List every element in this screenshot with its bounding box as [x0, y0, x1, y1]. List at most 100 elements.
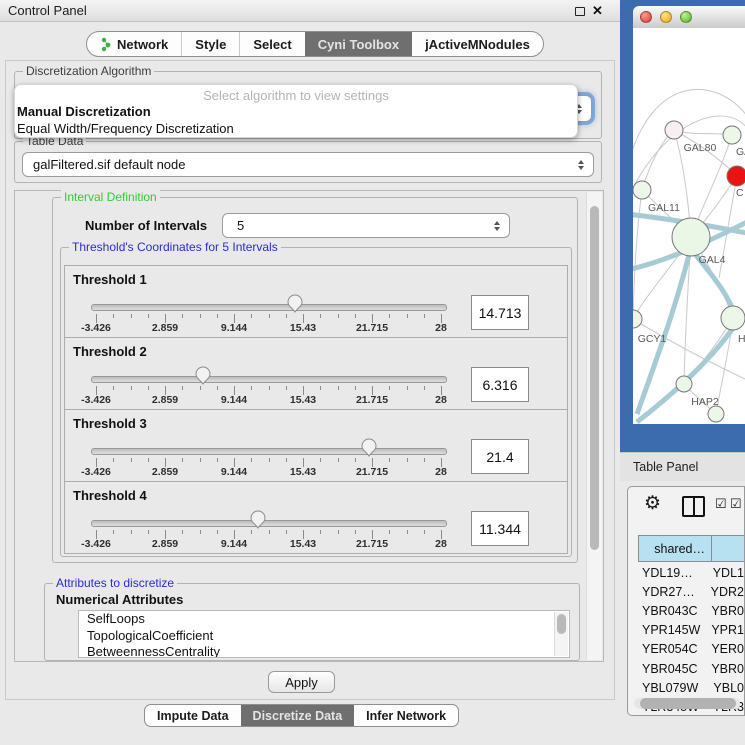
number-of-intervals-combo[interactable]: 5 [222, 213, 510, 238]
slider-track[interactable] [91, 520, 447, 527]
slider-minor-tick [217, 458, 218, 462]
tab-label: Network [117, 37, 168, 52]
table-panel: ⚙ ☑ ☑ shared… na YDL19…YDL1YDR27…YDR2YBR… [627, 486, 745, 716]
cell-name: YDR2 [706, 585, 744, 599]
network-node-node-bottom[interactable] [708, 406, 724, 422]
network-graph[interactable]: GAL80GACGAL11GAL4GCY1HHAP2 [633, 28, 745, 424]
network-node-GCY1[interactable] [633, 310, 642, 328]
close-icon[interactable]: ✕ [592, 3, 603, 19]
slider-minor-tick [217, 386, 218, 390]
list-scrollbar-thumb[interactable] [557, 614, 566, 634]
network-node-node-top-right[interactable] [723, 126, 741, 144]
network-window-titlebar[interactable] [633, 6, 745, 29]
column-header-shared-name[interactable]: shared… [638, 535, 712, 562]
columns-icon[interactable] [682, 496, 705, 517]
slider-thumb[interactable] [361, 438, 377, 457]
threshold-value-field[interactable]: 11.344 [471, 511, 529, 546]
table-row[interactable]: YDL19…YDL1 [629, 563, 744, 582]
network-node-GAL80[interactable] [665, 121, 683, 139]
cell-shared-name: YPR145W [629, 623, 706, 637]
attribute-list-item[interactable]: BetweennessCentrality [79, 644, 569, 658]
slider-minor-tick [251, 314, 252, 318]
slider-tick-label: 9.144 [206, 394, 262, 406]
control-panel-title: Control Panel [8, 3, 87, 18]
zoom-traffic-light-icon[interactable] [680, 11, 692, 23]
float-window-icon[interactable] [575, 7, 585, 16]
list-scrollbar[interactable] [554, 612, 568, 656]
numerical-attributes-list[interactable]: SelfLoopsTopologicalCoefficientBetweenne… [78, 610, 570, 658]
network-node-HAP2[interactable] [676, 376, 692, 392]
table-data-combo[interactable]: galFiltered.sif default node [22, 152, 594, 177]
cell-name: YPR1 [706, 623, 744, 637]
tab-impute-data[interactable]: Impute Data [145, 705, 241, 726]
network-node-GAL4[interactable] [672, 218, 710, 256]
table-row[interactable]: YPR145WYPR1 [629, 621, 744, 640]
threshold-value-field[interactable]: 14.713 [471, 295, 529, 330]
threshold-label: Threshold 2 [73, 344, 147, 359]
slider-minor-tick [182, 314, 183, 318]
network-node-red-node[interactable] [727, 166, 745, 186]
threshold-label: Threshold 4 [73, 488, 147, 503]
attribute-list-item[interactable]: TopologicalCoefficient [79, 628, 569, 645]
slider-minor-tick [389, 386, 390, 390]
minimize-traffic-light-icon[interactable] [660, 11, 672, 23]
tab-discretize-data[interactable]: Discretize Data [241, 705, 355, 726]
slider-thumb[interactable] [195, 366, 211, 385]
tab-cyni-toolbox[interactable]: Cyni Toolbox [305, 32, 412, 56]
table-row[interactable]: YER054CYER0 [629, 640, 744, 659]
slider-minor-tick [424, 386, 425, 390]
network-edge[interactable] [633, 190, 642, 319]
slider-minor-tick [389, 530, 390, 534]
slider-thumb[interactable] [250, 510, 266, 529]
slider-minor-tick [200, 530, 201, 534]
scrollbar-thumb[interactable] [590, 206, 599, 550]
slider-tick-label: 15.43 [275, 466, 331, 478]
attribute-list-item[interactable]: SelfLoops [79, 611, 569, 628]
table-row[interactable]: YBR043CYBR0 [629, 601, 744, 620]
slider-minor-tick [407, 314, 408, 318]
cell-shared-name: YBR045C [629, 662, 706, 676]
apply-button[interactable]: Apply [268, 671, 335, 693]
slider-minor-tick [113, 458, 114, 462]
table-row[interactable]: YBR045CYBR0 [629, 659, 744, 678]
algorithm-option[interactable]: Manual Discretization [17, 104, 151, 119]
checkbox-icon[interactable]: ☑ [715, 496, 727, 512]
slider-minor-tick [389, 314, 390, 318]
network-node-GAL11[interactable] [633, 181, 651, 199]
slider-thumb[interactable] [287, 294, 303, 313]
slider-minor-tick [338, 386, 339, 390]
slider-track[interactable] [91, 304, 447, 311]
close-traffic-light-icon[interactable] [640, 11, 652, 23]
slider-minor-tick [182, 458, 183, 462]
tab-select[interactable]: Select [239, 32, 304, 56]
horizontal-scrollbar-thumb[interactable] [640, 698, 736, 709]
slider-minor-tick [269, 386, 270, 390]
horizontal-scrollbar[interactable] [634, 698, 740, 709]
slider-minor-tick [338, 530, 339, 534]
slider-minor-tick [286, 386, 287, 390]
table-row[interactable]: YBL079WYBL0 [629, 678, 744, 697]
network-canvas[interactable]: GAL80GACGAL11GAL4GCY1HHAP2 [633, 28, 745, 424]
tab-jactivemnodules[interactable]: jActiveMNodules [412, 32, 543, 56]
tab-infer-network[interactable]: Infer Network [354, 705, 458, 726]
tab-style[interactable]: Style [181, 32, 239, 56]
column-header-name[interactable]: na [711, 535, 745, 562]
slider-track[interactable] [91, 376, 447, 383]
algorithm-dropdown-popup: Select algorithm to view settings Manual… [14, 84, 578, 138]
slider-minor-tick [200, 314, 201, 318]
table-row[interactable]: YDR27…YDR2 [629, 582, 744, 601]
gear-icon[interactable]: ⚙ [644, 492, 661, 515]
network-window[interactable]: GAL80GACGAL11GAL4GCY1HHAP2 [620, 0, 745, 452]
tab-network[interactable]: Network [87, 32, 181, 56]
slider-minor-tick [251, 458, 252, 462]
slider-track[interactable] [91, 448, 447, 455]
network-node-node-right-H[interactable] [721, 306, 745, 330]
slider-tick-label: 28 [413, 538, 469, 550]
slider-tick-label: -3.426 [68, 538, 124, 550]
threshold-value-field[interactable]: 6.316 [471, 367, 529, 402]
slider-minor-tick [320, 386, 321, 390]
threshold-value-field[interactable]: 21.4 [471, 439, 529, 474]
vertical-scrollbar[interactable] [586, 192, 602, 660]
checkbox-icon[interactable]: ☑ [730, 496, 742, 512]
algorithm-option[interactable]: Equal Width/Frequency Discretization [17, 121, 234, 136]
